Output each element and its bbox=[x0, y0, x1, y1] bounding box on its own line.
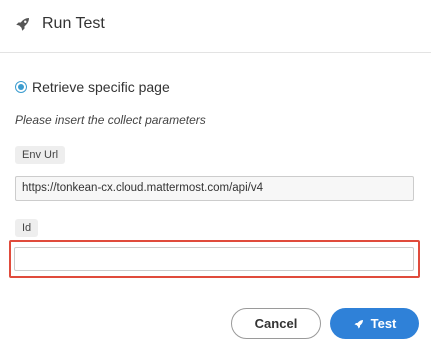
radio-label: Retrieve specific page bbox=[32, 79, 170, 95]
id-input[interactable] bbox=[14, 247, 414, 271]
env-url-label: Env Url bbox=[15, 146, 66, 164]
radio-selected-dot bbox=[18, 84, 24, 90]
option-retrieve-specific-page[interactable]: Retrieve specific page bbox=[15, 78, 170, 96]
instruction-text: Please insert the collect parameters bbox=[15, 113, 206, 127]
rocket-icon bbox=[354, 319, 363, 328]
test-button[interactable]: Test bbox=[330, 308, 419, 339]
dialog-title: Run Test bbox=[42, 15, 105, 32]
test-button-label: Test bbox=[370, 316, 397, 331]
rocket-icon bbox=[16, 18, 29, 31]
env-url-field[interactable]: https://tonkean-cx.cloud.mattermost.com/… bbox=[15, 176, 414, 201]
id-label: Id bbox=[15, 219, 39, 237]
cancel-button[interactable]: Cancel bbox=[231, 308, 321, 339]
radio-button[interactable] bbox=[15, 81, 27, 93]
dialog-header: Run Test bbox=[0, 0, 431, 53]
